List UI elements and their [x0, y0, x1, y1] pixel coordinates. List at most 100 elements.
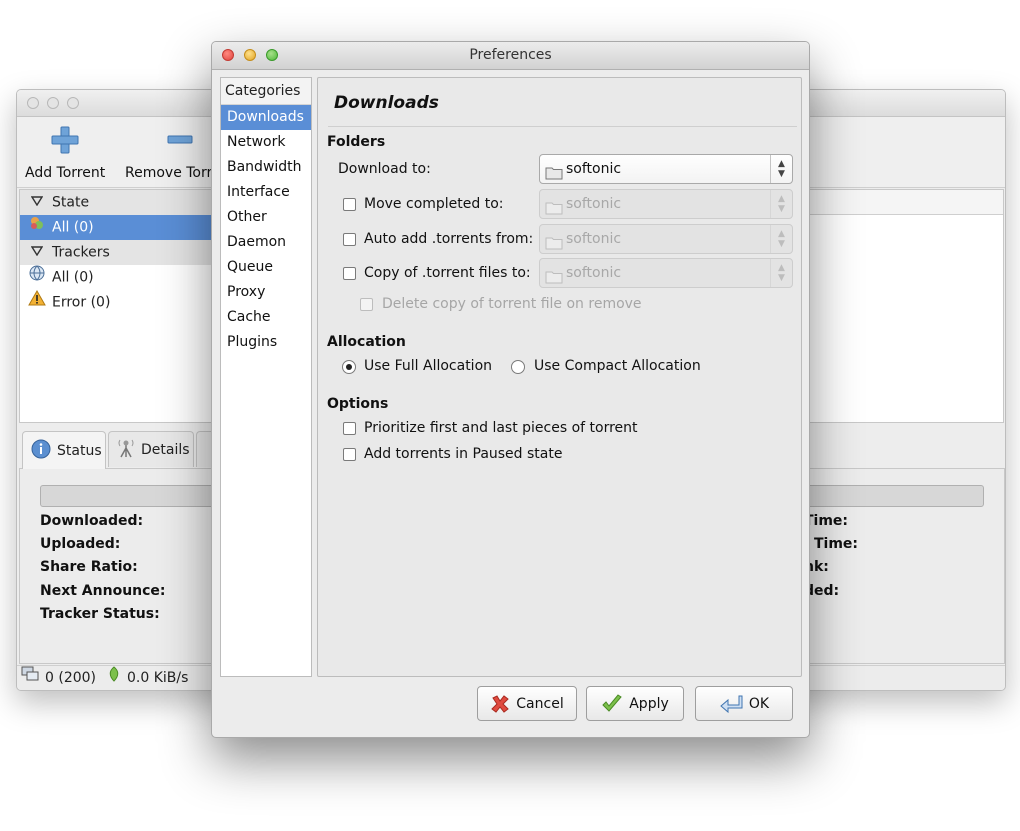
dialog-titlebar: Preferences	[212, 42, 809, 70]
cancel-label: Cancel	[516, 695, 564, 712]
tab-status[interactable]: Status	[22, 431, 106, 469]
all-state-label: All (0)	[52, 219, 94, 236]
info-icon	[31, 439, 51, 463]
plus-icon	[25, 125, 105, 155]
category-queue[interactable]: Queue	[221, 255, 311, 280]
remove-torrent-button[interactable]: Remove Torr	[125, 125, 212, 181]
torrent-list-header	[798, 190, 1003, 215]
full-allocation-label: Use Full Allocation	[364, 358, 493, 374]
expander-down-icon	[28, 190, 46, 215]
zoom-window-button[interactable]	[67, 97, 79, 109]
apply-label: Apply	[629, 695, 669, 712]
updown-arrows-icon: ▲ ▼	[770, 155, 792, 183]
time-label: Time:	[814, 536, 859, 552]
preferences-dialog: Preferences Categories Downloads Network…	[211, 41, 810, 738]
category-network[interactable]: Network	[221, 130, 311, 155]
minimize-window-button[interactable]	[47, 97, 59, 109]
filter-sidebar: State All (0) Trackers All (0) Error (0)	[19, 189, 221, 423]
category-bandwidth[interactable]: Bandwidth	[221, 155, 311, 180]
trackers-group[interactable]: Trackers	[20, 240, 220, 265]
copy-torrent-select[interactable]: softonic ▲ ▼	[539, 258, 793, 288]
ok-label: OK	[748, 695, 770, 712]
uploaded-label: Uploaded:	[40, 536, 121, 552]
options-section-label: Options	[327, 396, 389, 412]
connections-icon	[21, 666, 39, 690]
time-label: Time:	[804, 513, 849, 529]
full-allocation-radio[interactable]	[342, 360, 356, 374]
download-speed-value: 0.0 KiB/s	[127, 670, 189, 686]
prioritize-label: Prioritize first and last pieces of torr…	[364, 420, 638, 436]
sidebar-item-error[interactable]: Error (0)	[20, 289, 220, 315]
page-title: Downloads	[334, 93, 439, 113]
add-paused-checkbox[interactable]	[343, 448, 356, 461]
progress-bar	[40, 485, 222, 507]
copy-torrent-label: Copy of .torrent files to:	[364, 265, 531, 281]
state-group[interactable]: State	[20, 190, 220, 215]
trackers-label: Trackers	[52, 244, 110, 261]
connections-status[interactable]: 0 (200)	[21, 666, 96, 690]
move-completed-select[interactable]: softonic ▲ ▼	[539, 189, 793, 219]
category-cache[interactable]: Cache	[221, 305, 311, 330]
cancel-x-icon	[490, 694, 510, 714]
checkmark-icon	[601, 693, 623, 714]
delete-copy-checkbox[interactable]	[360, 298, 373, 311]
category-downloads[interactable]: Downloads	[221, 105, 311, 130]
categories-list: Categories Downloads Network Bandwidth I…	[220, 77, 312, 677]
tab-details-label: Details	[141, 441, 190, 458]
sidebar-item-all-trackers[interactable]: All (0)	[20, 265, 220, 290]
folder-icon	[545, 162, 563, 190]
auto-add-select[interactable]: softonic ▲ ▼	[539, 224, 793, 254]
delete-copy-label: Delete copy of torrent file on remove	[382, 296, 642, 312]
remove-torrent-label: Remove Torr	[125, 165, 213, 181]
updown-arrows-icon: ▲ ▼	[770, 225, 792, 253]
download-arrow-icon	[107, 666, 121, 690]
category-plugins[interactable]: Plugins	[221, 330, 311, 355]
auto-add-label: Auto add .torrents from:	[364, 231, 534, 247]
close-window-button[interactable]	[27, 97, 39, 109]
sidebar-item-all-state[interactable]: All (0)	[20, 215, 220, 240]
tab-details[interactable]: Details	[108, 431, 194, 467]
copy-torrent-checkbox[interactable]	[343, 267, 356, 280]
move-completed-checkbox[interactable]	[343, 198, 356, 211]
prioritize-checkbox[interactable]	[343, 422, 356, 435]
add-torrent-label: Add Torrent	[25, 165, 106, 181]
torrent-list[interactable]	[797, 189, 1004, 423]
categories-header: Categories	[221, 78, 311, 105]
compact-allocation-radio[interactable]	[511, 360, 525, 374]
tracker-status-label: Tracker Status:	[40, 606, 160, 622]
download-to-label: Download to:	[338, 161, 431, 177]
download-to-select[interactable]: softonic ▲ ▼	[539, 154, 793, 184]
expander-down-icon	[28, 240, 46, 265]
enter-arrow-icon	[719, 694, 743, 714]
category-proxy[interactable]: Proxy	[221, 280, 311, 305]
cancel-button[interactable]: Cancel	[477, 686, 577, 721]
folder-icon	[545, 232, 563, 260]
allocation-section-label: Allocation	[327, 334, 406, 350]
download-speed-status[interactable]: 0.0 KiB/s	[107, 666, 188, 690]
antenna-icon	[117, 438, 135, 462]
title-divider	[328, 126, 797, 127]
move-completed-label: Move completed to:	[364, 196, 504, 212]
updown-arrows-icon: ▲ ▼	[770, 259, 792, 287]
warning-icon	[28, 289, 46, 315]
category-daemon[interactable]: Daemon	[221, 230, 311, 255]
add-paused-label: Add torrents in Paused state	[364, 446, 563, 462]
category-other[interactable]: Other	[221, 205, 311, 230]
share-ratio-label: Share Ratio:	[40, 559, 138, 575]
apply-button[interactable]: Apply	[586, 686, 684, 721]
ok-button[interactable]: OK	[695, 686, 793, 721]
category-interface[interactable]: Interface	[221, 180, 311, 205]
auto-add-value: softonic	[566, 231, 622, 247]
connections-value: 0 (200)	[45, 670, 97, 686]
move-completed-value: softonic	[566, 196, 622, 212]
folders-section-label: Folders	[327, 134, 386, 150]
folder-icon	[545, 197, 563, 225]
state-label: State	[52, 194, 90, 211]
all-torrents-icon	[28, 215, 46, 240]
all-trackers-label: All (0)	[52, 269, 94, 286]
add-torrent-button[interactable]: Add Torrent	[25, 125, 105, 181]
auto-add-checkbox[interactable]	[343, 233, 356, 246]
progress-bar-right	[800, 485, 984, 507]
globe-icon	[28, 265, 46, 290]
compact-allocation-label: Use Compact Allocation	[534, 358, 701, 374]
